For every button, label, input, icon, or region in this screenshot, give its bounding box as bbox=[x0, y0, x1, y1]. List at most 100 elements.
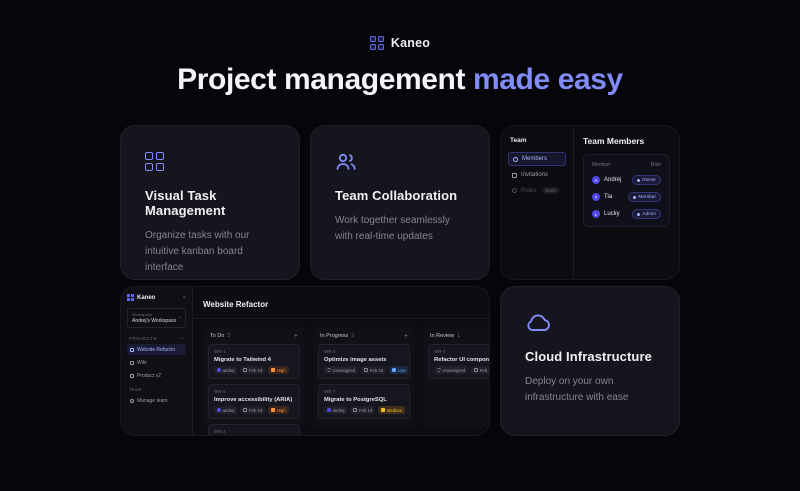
grid-icon bbox=[145, 152, 275, 172]
column-name: In Progress bbox=[320, 333, 348, 339]
card-visual-task-management: Visual Task Management Organize tasks wi… bbox=[120, 125, 300, 280]
unassigned-icon bbox=[437, 368, 441, 372]
role-badge: Owner bbox=[632, 175, 661, 185]
table-row: T Tia Member bbox=[592, 192, 661, 202]
task-id: WR-3 bbox=[324, 349, 404, 354]
avatar: T bbox=[592, 193, 600, 201]
due-date-chip: Feb 18 bbox=[350, 406, 375, 414]
role-badge: Admin bbox=[632, 209, 661, 219]
flag-icon bbox=[392, 368, 396, 372]
flag-icon bbox=[381, 408, 385, 412]
sidebar-item-label: Manage team bbox=[137, 398, 168, 404]
nav-label: Roles bbox=[521, 188, 536, 194]
unassigned-icon bbox=[327, 368, 331, 372]
workspace-selector[interactable]: Workspace Andrej's Workspace ⌄ bbox=[127, 308, 186, 328]
project-icon bbox=[130, 374, 134, 378]
sidebar-item-wiki[interactable]: Wiki bbox=[127, 357, 186, 368]
task-card[interactable]: WR-2 Implement authentication flow Unass… bbox=[208, 424, 300, 435]
flag-icon bbox=[271, 408, 275, 412]
chevron-down-icon: ⌄ bbox=[178, 314, 182, 320]
kanban-board-preview: Kaneo « Workspace Andrej's Workspace ⌄ P… bbox=[120, 286, 490, 436]
sidebar-item-manage-team[interactable]: Manage team bbox=[127, 395, 186, 406]
nav-label: Members bbox=[522, 156, 547, 162]
task-card[interactable]: WR-7 Migrate to PostgreSQL andrej Feb 18… bbox=[318, 384, 410, 419]
team-nav-members[interactable]: Members bbox=[508, 152, 566, 166]
sidebar-brand-name: Kaneo bbox=[137, 295, 180, 301]
task-title: Migrate to PostgreSQL bbox=[324, 397, 404, 403]
task-title: Optimize image assets bbox=[324, 357, 404, 363]
kaneo-logo-icon bbox=[127, 294, 134, 301]
task-card[interactable]: WR-1 Migrate to Tailwind 4 andrej Feb 16… bbox=[208, 344, 300, 379]
team-sidebar: Team Members Invitations Roles Soon bbox=[501, 126, 573, 279]
team-nav-roles: Roles Soon bbox=[508, 184, 566, 197]
task-title: Migrate to Tailwind 4 bbox=[214, 357, 294, 363]
team-members-panel: Team Members Member Role A Andrej Owner … bbox=[573, 126, 679, 279]
col-member: Member bbox=[592, 162, 610, 168]
team-sidebar-title: Team bbox=[510, 137, 566, 144]
card-cloud-infrastructure: Cloud Infrastructure Deploy on your own … bbox=[500, 286, 680, 436]
sidebar-brand: Kaneo « bbox=[127, 294, 186, 301]
team-members-table: Member Role A Andrej Owner T Tia Member bbox=[583, 154, 670, 227]
assignee-chip: andrej bbox=[214, 366, 237, 374]
workspace-name: Andrej's Workspace bbox=[132, 318, 181, 324]
due-date-chip: Feb 16 bbox=[471, 366, 489, 374]
task-card[interactable]: WR-5 Improve accessibility (ARIA) andrej… bbox=[208, 384, 300, 419]
col-role: Role bbox=[651, 162, 661, 168]
project-name: Wiki bbox=[137, 360, 146, 366]
sidebar-item-website-refactor[interactable]: Website Refactor bbox=[127, 344, 186, 355]
page-title: Project management made easy bbox=[0, 63, 800, 97]
brand-name: Kaneo bbox=[391, 36, 430, 50]
assignee-chip: andrej bbox=[324, 406, 347, 414]
due-date-chip: Feb 16 bbox=[240, 366, 265, 374]
user-icon bbox=[633, 196, 636, 199]
role-badge: Member bbox=[628, 192, 661, 202]
project-name: Website Refactor bbox=[137, 347, 175, 353]
avatar-icon bbox=[217, 368, 221, 372]
soon-badge: Soon bbox=[542, 187, 559, 194]
card-team-collaboration: Team Collaboration Work together seamles… bbox=[310, 125, 490, 280]
calendar-icon bbox=[474, 368, 478, 372]
calendar-icon bbox=[243, 368, 247, 372]
table-row: A Andrej Owner bbox=[592, 175, 661, 185]
app-sidebar: Kaneo « Workspace Andrej's Workspace ⌄ P… bbox=[121, 287, 193, 435]
sidebar-item-product-v2[interactable]: Product v2 bbox=[127, 370, 186, 381]
column-todo: To Do 3 + WR-1 Migrate to Tailwind 4 and… bbox=[203, 327, 305, 427]
brand[interactable]: Kaneo bbox=[0, 36, 800, 50]
task-card[interactable]: WR-3 Optimize image assets Unassigned Fe… bbox=[318, 344, 410, 379]
title-main: Project management bbox=[177, 63, 465, 96]
column-in-review: In Review 1 + WR-4 Refactor UI component… bbox=[423, 327, 489, 427]
add-project-button[interactable]: + bbox=[181, 336, 184, 341]
task-id: WR-4 bbox=[434, 349, 489, 354]
landing-page: Kaneo Project management made easy Visua… bbox=[0, 0, 800, 491]
assignee-chip: andrej bbox=[214, 406, 237, 414]
cloud-icon bbox=[525, 313, 655, 333]
add-task-button[interactable]: + bbox=[294, 334, 298, 339]
task-id: WR-7 bbox=[324, 389, 404, 394]
priority-badge: High bbox=[268, 406, 288, 414]
users-icon bbox=[513, 157, 518, 162]
calendar-icon bbox=[364, 368, 368, 372]
calendar-icon bbox=[353, 408, 357, 412]
team-nav-invitations[interactable]: Invitations bbox=[508, 169, 566, 181]
priority-badge: Medium bbox=[378, 406, 405, 414]
title-accent: made easy bbox=[473, 63, 623, 96]
feature-grid: Visual Task Management Organize tasks wi… bbox=[120, 125, 680, 436]
kanban-columns: To Do 3 + WR-1 Migrate to Tailwind 4 and… bbox=[193, 319, 489, 435]
due-date-chip: Feb 16 bbox=[361, 366, 386, 374]
workspace-label: Workspace bbox=[132, 312, 181, 317]
column-in-progress: In Progress 2 + WR-3 Optimize image asse… bbox=[313, 327, 415, 427]
due-date-chip: Feb 18 bbox=[240, 406, 265, 414]
feature-title: Visual Task Management bbox=[145, 188, 275, 218]
task-card[interactable]: WR-4 Refactor UI components Unassigned F… bbox=[428, 344, 489, 379]
add-task-button[interactable]: + bbox=[404, 334, 408, 339]
shield-icon bbox=[637, 213, 640, 216]
feature-description: Organize tasks with our intuitive kanban… bbox=[145, 228, 275, 276]
task-id: WR-2 bbox=[214, 429, 294, 434]
team-members-heading: Team Members bbox=[583, 136, 670, 146]
nav-label: Invitations bbox=[521, 172, 548, 178]
feature-title: Team Collaboration bbox=[335, 188, 465, 203]
table-row: L Lucky Admin bbox=[592, 209, 661, 219]
users-icon bbox=[130, 399, 134, 403]
collapse-sidebar-icon[interactable]: « bbox=[183, 295, 186, 301]
calendar-icon bbox=[243, 408, 247, 412]
